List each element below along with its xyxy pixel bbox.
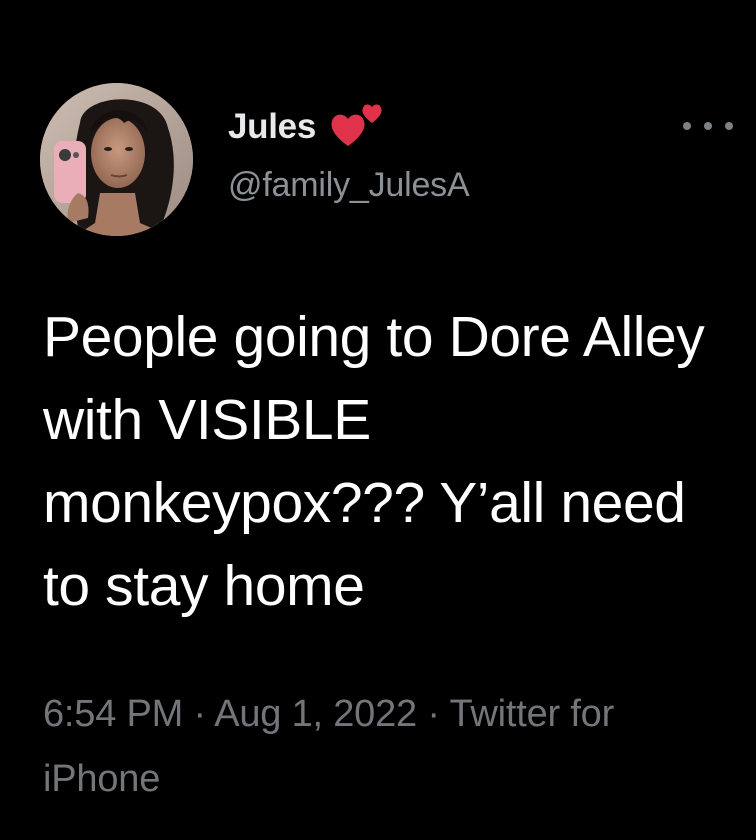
meta-separator: · <box>193 693 215 735</box>
author-display-name[interactable]: Jules <box>228 107 316 147</box>
more-horizontal-icon[interactable] <box>683 113 733 139</box>
tweet-date[interactable]: Aug 1, 2022 <box>214 693 417 735</box>
author-name-row[interactable]: Jules <box>228 101 388 153</box>
more-dot <box>704 122 712 130</box>
profile-photo-icon <box>40 83 193 236</box>
author-handle[interactable]: @family_JulesA <box>228 166 470 205</box>
avatar[interactable] <box>40 83 193 236</box>
more-dot <box>725 122 733 130</box>
tweet-time[interactable]: 6:54 PM <box>43 693 183 735</box>
two-hearts-icon <box>331 104 382 146</box>
meta-separator: · <box>427 693 450 735</box>
more-dot <box>683 122 691 130</box>
tweet-meta: 6:54 PM · Aug 1, 2022 · Twitter for iPho… <box>43 682 723 812</box>
tweet-text: People going to Dore Alley with VISIBLE … <box>43 305 720 618</box>
tweet-card: Jules @family_JulesA People going to Dor… <box>0 0 756 840</box>
